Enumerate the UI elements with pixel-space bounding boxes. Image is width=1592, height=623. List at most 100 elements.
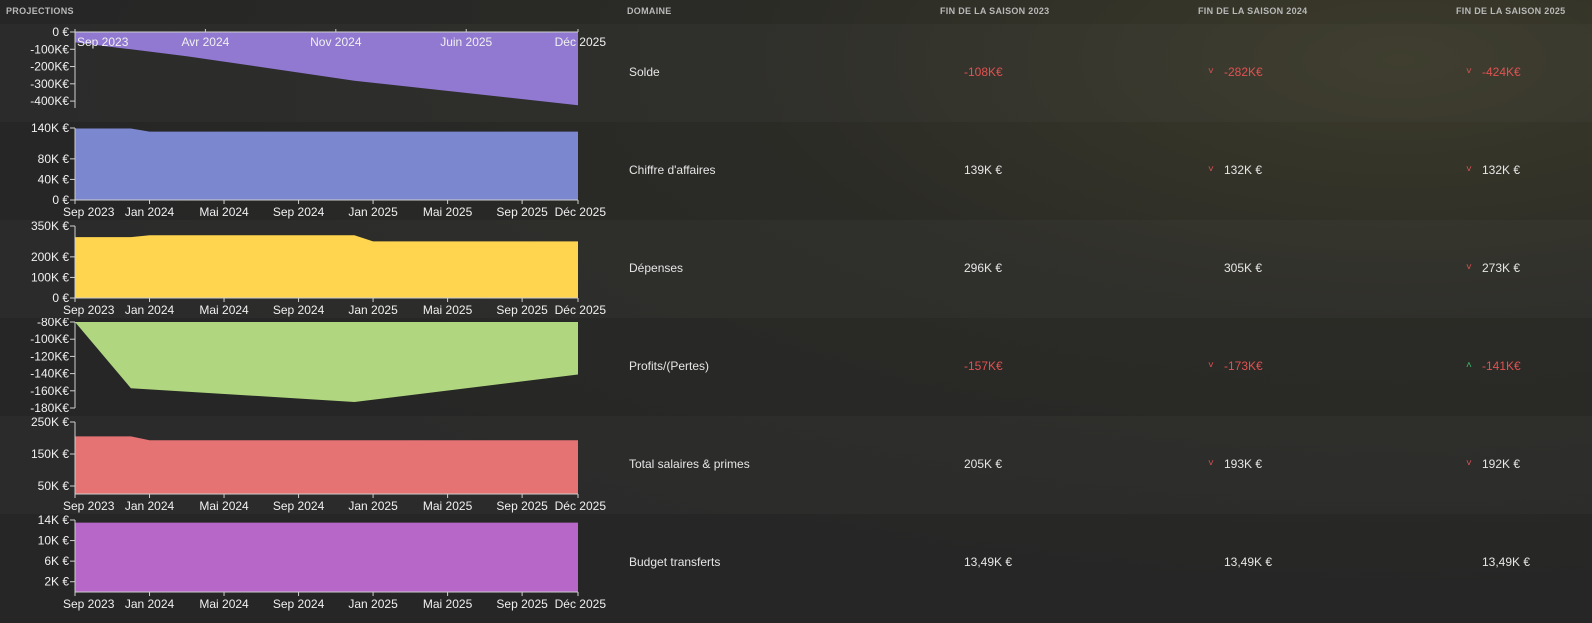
domain-label: Budget transferts: [629, 555, 721, 569]
x-tick-label: Mai 2025: [423, 303, 473, 317]
projection-row[interactable]: 0 € -100K€ -200K€ -300K€ -400K€ Sep 2023 Avr 2…: [0, 24, 1592, 122]
chart-area-series: [75, 128, 578, 200]
chart-area-series: [75, 436, 578, 494]
header-season-2024[interactable]: FIN DE LA SAISON 2024: [1198, 6, 1308, 16]
x-tick-label: Mai 2024: [199, 597, 249, 611]
trend-down-icon: ˅: [1466, 164, 1472, 175]
domain-label: Total salaires & primes: [629, 457, 750, 471]
projection-chart: 50K € 150K € 250K € Sep 2023 Jan 2024 Mai 202…: [31, 416, 607, 513]
season-value: -424K€: [1482, 65, 1521, 79]
y-tick-label: 40K €: [38, 172, 70, 186]
y-tick-label: 14K €: [38, 514, 70, 527]
projection-chart: 0 € -100K€ -200K€ -300K€ -400K€ Sep 2023 Avr 2…: [30, 25, 607, 108]
season-value: 13,49K €: [964, 555, 1013, 569]
y-tick-label: 350K €: [31, 220, 69, 233]
x-tick-label: Déc 2025: [555, 597, 607, 611]
y-tick-label: -100K€: [30, 42, 69, 56]
projection-row[interactable]: 2K € 6K € 10K € 14K € Sep 2023 Jan 2024 Mai 20…: [0, 514, 1592, 612]
x-tick-label: Mai 2024: [199, 205, 249, 219]
header-season-2025[interactable]: FIN DE LA SAISON 2025: [1456, 6, 1566, 16]
y-tick-label: -180K€: [30, 401, 69, 415]
season-value: 305K €: [1224, 261, 1263, 275]
x-tick-label: Sep 2023: [63, 499, 115, 513]
season-value: 193K €: [1224, 457, 1263, 471]
y-tick-label: -200K€: [30, 60, 69, 74]
y-tick-label: 250K €: [31, 416, 69, 429]
x-tick-label: Sep 2024: [273, 205, 325, 219]
y-tick-label: 10K €: [38, 534, 70, 548]
y-tick-label: 80K €: [38, 152, 70, 166]
y-tick-label: -120K€: [30, 349, 69, 363]
x-tick-label: Jan 2025: [348, 205, 398, 219]
x-tick-label: Jan 2025: [348, 597, 398, 611]
season-value: -173K€: [1224, 359, 1263, 373]
y-tick-label: -300K€: [30, 77, 69, 91]
y-tick-label: 100K €: [31, 270, 69, 284]
x-tick-label: Déc 2025: [555, 303, 607, 317]
projection-row[interactable]: 0 €40K €80K €140K € Sep 2023 Jan 2024 Mai 2…: [0, 122, 1592, 220]
x-tick-label: Mai 2024: [199, 499, 249, 513]
season-value: 205K €: [964, 457, 1003, 471]
projection-chart: -80K€ -100K€ -120K€ -140K€ -160K€ -180K€: [30, 318, 578, 415]
y-tick-label: 6K €: [44, 554, 69, 568]
x-tick-label: Jan 2025: [348, 499, 398, 513]
trend-down-icon: ˅: [1466, 262, 1472, 273]
x-tick-label: Jan 2024: [125, 499, 175, 513]
trend-down-icon: ˅: [1208, 458, 1214, 469]
chart-area-series: [75, 235, 578, 298]
trend-up-icon: ˄: [1466, 360, 1472, 371]
season-value: 132K €: [1482, 163, 1521, 177]
season-value: -157K€: [964, 359, 1003, 373]
season-value: 273K €: [1482, 261, 1521, 275]
projection-chart: 2K € 6K € 10K € 14K € Sep 2023 Jan 2024 Mai 20…: [38, 514, 607, 611]
x-tick-label: Mai 2025: [423, 597, 473, 611]
x-tick-label: Nov 2024: [310, 35, 362, 49]
y-tick-label: -140K€: [30, 367, 69, 381]
y-tick-label: -80K€: [37, 318, 69, 329]
x-tick-label: Déc 2025: [555, 35, 607, 49]
projection-chart: 0 €40K €80K €140K €Sep 2023 Jan 2024 Mai 2…: [31, 122, 607, 219]
header-projections: PROJECTIONS: [6, 6, 74, 16]
trend-down-icon: ˅: [1208, 164, 1214, 175]
y-tick-label: 200K €: [31, 250, 69, 264]
season-value: 192K €: [1482, 457, 1521, 471]
y-tick-label: 2K €: [44, 575, 69, 589]
x-tick-label: Sep 2023: [63, 597, 115, 611]
y-tick-label: -400K€: [30, 94, 69, 108]
season-value: 132K €: [1224, 163, 1263, 177]
domain-label: Solde: [629, 65, 660, 79]
season-value: -108K€: [964, 65, 1003, 79]
x-tick-label: Juin 2025: [440, 35, 492, 49]
x-tick-label: Sep 2023: [63, 205, 115, 219]
domain-label: Chiffre d'affaires: [629, 163, 716, 177]
season-value: -282K€: [1224, 65, 1263, 79]
chart-area-series: [75, 322, 578, 402]
y-tick-label: 150K €: [31, 447, 69, 461]
season-value: 139K €: [964, 163, 1003, 177]
x-tick-label: Sep 2023: [63, 303, 115, 317]
trend-down-icon: ˅: [1208, 66, 1214, 77]
projection-chart: 0 €100K €200K €350K €Sep 2023 Jan 2024 Mai…: [31, 220, 607, 317]
season-value: 296K €: [964, 261, 1003, 275]
x-tick-label: Jan 2025: [348, 303, 398, 317]
trend-down-icon: ˅: [1208, 360, 1214, 371]
projection-row[interactable]: 0 €100K €200K €350K € Sep 2023 Jan 2024 Mai…: [0, 220, 1592, 318]
projection-row[interactable]: 50K € 150K € 250K € Sep 2023 Jan 2024 Mai 202…: [0, 416, 1592, 514]
x-tick-label: Jan 2024: [125, 597, 175, 611]
header-season-2023[interactable]: FIN DE LA SAISON 2023: [940, 6, 1050, 16]
x-tick-label: Sep 2023: [77, 35, 129, 49]
trend-down-icon: ˅: [1466, 66, 1472, 77]
season-value: -141K€: [1482, 359, 1521, 373]
y-tick-label: -100K€: [30, 332, 69, 346]
x-tick-label: Sep 2025: [496, 205, 548, 219]
trend-down-icon: ˅: [1466, 458, 1472, 469]
x-tick-label: Sep 2025: [496, 303, 548, 317]
x-tick-label: Déc 2025: [555, 499, 607, 513]
x-tick-label: Sep 2024: [273, 499, 325, 513]
y-tick-label: 50K €: [38, 479, 70, 493]
y-tick-label: -160K€: [30, 384, 69, 398]
header-domaine: DOMAINE: [627, 6, 672, 16]
x-tick-label: Mai 2025: [423, 205, 473, 219]
x-tick-label: Déc 2025: [555, 205, 607, 219]
projection-row[interactable]: -80K€ -100K€ -120K€ -140K€ -160K€ -180K€ Profi…: [0, 318, 1592, 416]
